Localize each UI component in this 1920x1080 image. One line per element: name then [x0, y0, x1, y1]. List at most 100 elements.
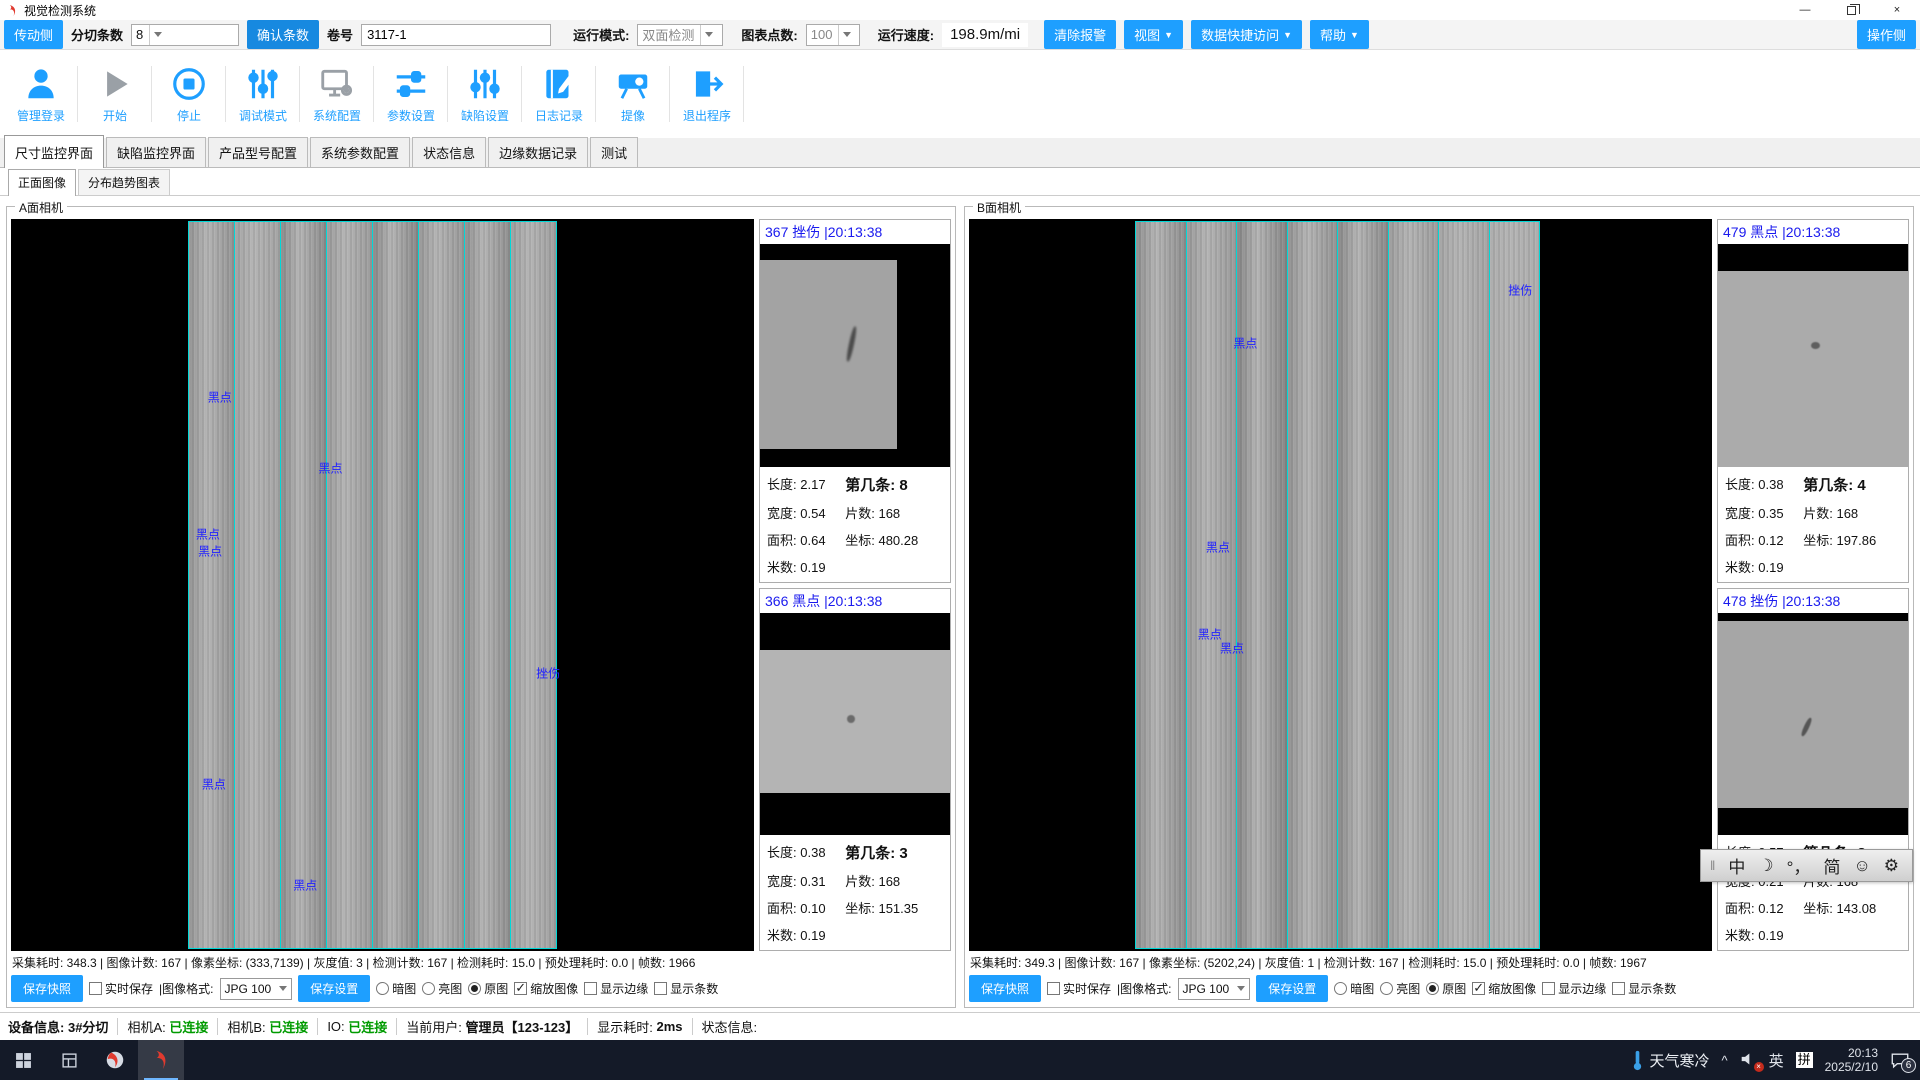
tab-test[interactable]: 测试 — [590, 137, 638, 168]
data-quick-access-menu-button[interactable]: 数据快捷访问▼ — [1191, 20, 1302, 49]
taskbar-app-browser[interactable] — [92, 1040, 138, 1080]
defect-card[interactable]: 367 挫伤 |20:13:38 长度: 2.17 第几条: 8 宽度: 0.5… — [759, 219, 951, 583]
image-format-select[interactable]: JPG 100 — [220, 978, 293, 1000]
radio-icon — [422, 982, 435, 995]
task-view-button[interactable] — [46, 1040, 92, 1080]
original-image-radio[interactable]: 原图 — [1426, 980, 1466, 997]
chart-points-label: 图表点数: — [741, 25, 797, 44]
emoji-icon[interactable]: ☺ — [1853, 856, 1870, 876]
zoom-image-checkbox[interactable]: 缩放图像 — [514, 980, 578, 997]
tab-product-model-config[interactable]: 产品型号配置 — [208, 137, 308, 168]
camera-b-image[interactable]: 黑点挫伤黑点黑点黑点 — [969, 219, 1712, 951]
original-image-radio[interactable]: 原图 — [468, 980, 508, 997]
defect-strip-no: 3 — [899, 845, 907, 862]
defect-settings-button[interactable]: 缺陷设置 — [448, 50, 522, 138]
gear-icon[interactable]: ⚙ — [1884, 856, 1899, 876]
defect-card[interactable]: 366 黑点 |20:13:38 长度: 0.38 第几条: 3 宽度: 0.3… — [759, 588, 951, 952]
confirm-count-button[interactable]: 确认条数 — [247, 20, 319, 49]
hidden-icons-button[interactable]: ^ — [1721, 1053, 1727, 1068]
defect-card-title: 479 黑点 |20:13:38 — [1718, 220, 1908, 244]
debug-mode-button[interactable]: 调试模式 — [226, 50, 300, 138]
help-menu-button[interactable]: 帮助▼ — [1310, 20, 1369, 49]
simplified-toggle[interactable]: 简 — [1823, 853, 1840, 878]
moon-icon[interactable]: ☽ — [1758, 856, 1773, 876]
bright-image-radio[interactable]: 亮图 — [422, 980, 462, 997]
product-strip — [1186, 222, 1236, 948]
clear-alarm-button[interactable]: 清除报警 — [1044, 20, 1116, 49]
language-indicator[interactable]: 英 — [1769, 1050, 1784, 1071]
dark-image-radio[interactable]: 暗图 — [1334, 980, 1374, 997]
punctuation-toggle[interactable]: °， — [1787, 853, 1811, 878]
operator-side-button[interactable]: 操作侧 — [1857, 20, 1916, 49]
defect-coord: 143.08 — [1836, 901, 1876, 916]
subtab-distribution-chart[interactable]: 分布趋势图表 — [78, 169, 170, 196]
thermometer-icon — [1632, 1049, 1643, 1071]
defect-pieces: 168 — [1836, 506, 1858, 521]
capture-image-button[interactable]: 提像 — [596, 50, 670, 138]
defect-card[interactable]: 479 黑点 |20:13:38 长度: 0.38 第几条: 4 宽度: 0.3… — [1717, 219, 1909, 583]
log-record-button[interactable]: 日志记录 — [522, 50, 596, 138]
admin-login-button[interactable]: 管理登录 — [4, 50, 78, 138]
stop-button[interactable]: 停止 — [152, 50, 226, 138]
checkbox-icon — [584, 982, 597, 995]
start-button[interactable] — [0, 1040, 46, 1080]
ime-lang-toggle[interactable]: 中 — [1728, 853, 1745, 878]
realtime-save-checkbox[interactable]: 实时保存 — [1047, 980, 1111, 997]
tab-system-param-config[interactable]: 系统参数配置 — [310, 137, 410, 168]
image-format-label: |图像格式: — [1117, 980, 1171, 997]
clock[interactable]: 20:13 2025/2/10 — [1825, 1046, 1878, 1074]
weather-widget[interactable]: 天气寒冷 — [1632, 1049, 1709, 1071]
show-strip-count-checkbox[interactable]: 显示条数 — [1612, 980, 1676, 997]
ime-drag-handle[interactable]: ‖ — [1710, 858, 1715, 873]
exit-program-button[interactable]: 退出程序 — [670, 50, 744, 138]
display-time-label: 显示耗时: — [597, 1017, 653, 1036]
notification-center-button[interactable]: 6 — [1890, 1052, 1910, 1069]
tab-size-monitor[interactable]: 尺寸监控界面 — [4, 135, 104, 168]
show-strip-count-checkbox[interactable]: 显示条数 — [654, 980, 718, 997]
slit-count-select[interactable]: 8 — [131, 24, 239, 46]
tab-edge-data-record[interactable]: 边缘数据记录 — [488, 137, 588, 168]
restore-button[interactable] — [1828, 0, 1874, 20]
run-mode-select[interactable]: 双面检测 — [637, 24, 723, 46]
defect-thumbnail — [760, 244, 950, 467]
logbook-pencil-icon — [540, 65, 578, 103]
save-snapshot-button[interactable]: 保存快照 — [969, 975, 1041, 1002]
chevron-down-icon — [843, 32, 851, 37]
camera-a-image[interactable]: 黑点黑点黑点黑点挫伤黑点黑点 — [11, 219, 754, 951]
defect-mark-label: 黑点 — [1198, 626, 1222, 643]
image-format-select[interactable]: JPG 100 — [1178, 978, 1251, 1000]
monitor-gear-icon — [318, 65, 356, 103]
tab-defect-monitor[interactable]: 缺陷监控界面 — [106, 137, 206, 168]
show-edge-checkbox[interactable]: 显示边缘 — [584, 980, 648, 997]
defect-pieces: 168 — [878, 874, 900, 889]
volume-button[interactable]: × — [1740, 1052, 1757, 1069]
camera-b-status-line: 采集耗时: 349.3 | 图像计数: 167 | 像素坐标: (5202,24… — [969, 951, 1909, 973]
tab-status-info[interactable]: 状态信息 — [412, 137, 486, 168]
main-tab-bar: 尺寸监控界面 缺陷监控界面 产品型号配置 系统参数配置 状态信息 边缘数据记录 … — [0, 138, 1920, 168]
param-settings-button[interactable]: 参数设置 — [374, 50, 448, 138]
bright-image-radio[interactable]: 亮图 — [1380, 980, 1420, 997]
start-button[interactable]: 开始 — [78, 50, 152, 138]
show-edge-checkbox[interactable]: 显示边缘 — [1542, 980, 1606, 997]
close-button[interactable]: × — [1874, 0, 1920, 20]
run-mode-label: 运行模式: — [573, 25, 629, 44]
taskbar-app-vision-system[interactable] — [138, 1040, 184, 1080]
ime-indicator[interactable]: 拼 — [1796, 1052, 1813, 1068]
dark-image-radio[interactable]: 暗图 — [376, 980, 416, 997]
defect-card-title: 478 挫伤 |20:13:38 — [1718, 589, 1908, 613]
drive-side-button[interactable]: 传动侧 — [4, 20, 63, 49]
realtime-save-checkbox[interactable]: 实时保存 — [89, 980, 153, 997]
zoom-image-checkbox[interactable]: 缩放图像 — [1472, 980, 1536, 997]
save-settings-button[interactable]: 保存设置 — [1256, 975, 1328, 1002]
defect-card[interactable]: 478 挫伤 |20:13:38 长度: 0.57 第几条: 3 宽度: 0.2… — [1717, 588, 1909, 952]
subtab-front-image[interactable]: 正面图像 — [8, 169, 76, 196]
chart-points-select[interactable]: 100 — [806, 24, 860, 46]
minimize-button[interactable]: — — [1782, 0, 1828, 20]
save-settings-button[interactable]: 保存设置 — [298, 975, 370, 1002]
defect-mark-label: 黑点 — [1206, 538, 1230, 555]
product-strip — [234, 222, 280, 948]
roll-number-input[interactable] — [361, 24, 551, 46]
save-snapshot-button[interactable]: 保存快照 — [11, 975, 83, 1002]
view-menu-button[interactable]: 视图▼ — [1124, 20, 1183, 49]
system-config-button[interactable]: 系统配置 — [300, 50, 374, 138]
